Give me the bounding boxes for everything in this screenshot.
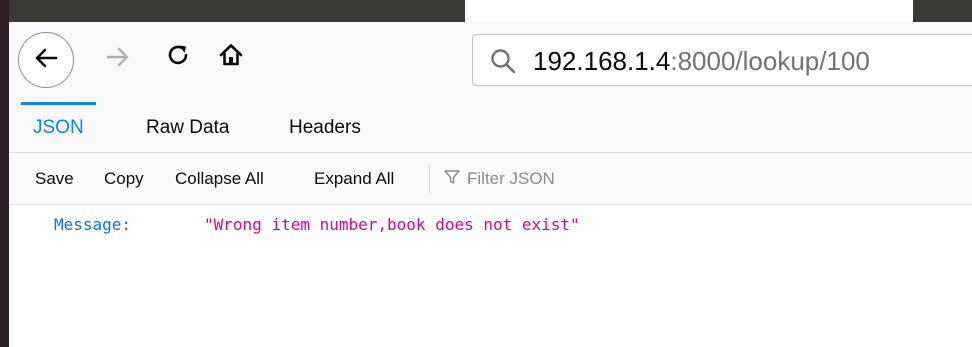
collapse-all-button[interactable]: Collapse All <box>175 153 264 205</box>
home-button[interactable] <box>216 42 246 72</box>
json-row: Message: "Wrong item number,book does no… <box>54 213 580 237</box>
save-button[interactable]: Save <box>35 153 74 205</box>
expand-all-button[interactable]: Expand All <box>314 153 394 205</box>
search-icon <box>489 47 517 75</box>
filter-placeholder: Filter JSON <box>467 169 555 188</box>
home-icon <box>218 42 244 72</box>
forward-arrow-icon <box>104 43 132 75</box>
tab-headers[interactable]: Headers <box>277 102 373 153</box>
json-value: "Wrong item number,book does not exist" <box>204 215 580 234</box>
reload-button[interactable] <box>163 42 193 72</box>
tab-strip-left <box>9 0 465 22</box>
tab-json[interactable]: JSON <box>21 102 96 153</box>
reload-icon <box>165 42 191 72</box>
url-host: 192.168.1.4 <box>533 46 671 76</box>
viewer-tabs: JSON Raw Data Headers <box>9 102 972 153</box>
filter-json-input[interactable]: Filter JSON <box>443 153 555 205</box>
forward-button[interactable] <box>103 44 133 74</box>
navigation-toolbar: 192.168.1.4:8000/lookup/100 <box>9 22 972 102</box>
json-key: Message: <box>54 215 132 234</box>
tab-strip-right <box>913 0 972 22</box>
url-path: :8000/lookup/100 <box>670 46 870 76</box>
back-arrow-icon <box>32 44 60 76</box>
json-content: Message: "Wrong item number,book does no… <box>9 205 972 347</box>
title-bar <box>9 0 972 22</box>
back-button[interactable] <box>18 32 74 88</box>
toolbar-divider <box>429 165 430 193</box>
address-bar[interactable]: 192.168.1.4:8000/lookup/100 <box>472 34 972 86</box>
json-toolbar: Save Copy Collapse All Expand All Filter… <box>9 153 972 205</box>
url-text[interactable]: 192.168.1.4:8000/lookup/100 <box>533 47 870 75</box>
filter-icon <box>443 168 461 190</box>
browser-window: 192.168.1.4:8000/lookup/100 JSON Raw Dat… <box>0 0 972 347</box>
desktop-edge <box>0 0 9 347</box>
tab-raw-data[interactable]: Raw Data <box>134 102 241 153</box>
copy-button[interactable]: Copy <box>104 153 144 205</box>
